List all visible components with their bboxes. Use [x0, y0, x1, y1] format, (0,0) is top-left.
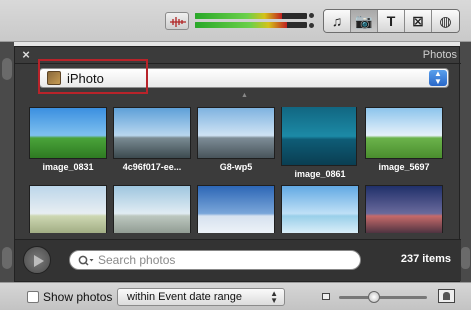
text-icon[interactable]: T — [378, 10, 405, 32]
chevron-updown-icon: ▲ ▼ — [270, 289, 278, 305]
search-box[interactable] — [69, 250, 361, 270]
left-scroll-rail[interactable] — [0, 42, 14, 282]
thumbnail-size-slider-thumb[interactable] — [368, 291, 381, 303]
photo-grid: image_0831 4c96f017-ee... G8-wp5 image_0861… — [29, 107, 449, 233]
audio-level-meters — [195, 12, 315, 30]
photo-tile[interactable]: image_5697 — [365, 107, 443, 172]
date-range-value: within Event date range — [127, 291, 242, 303]
audio-waveform-button[interactable] — [165, 12, 189, 30]
photo-thumbnail — [113, 107, 191, 159]
photos-browser-panel: × Photos iPhoto ▲ ▼ ▲ image_0831 4c96f017-… — [14, 46, 461, 282]
photo-thumbnail — [197, 185, 275, 233]
play-button[interactable] — [23, 246, 51, 274]
photo-tile[interactable]: 4c96f017-ee... — [113, 107, 191, 172]
large-thumbnail-icon[interactable] — [438, 289, 455, 303]
photo-tile[interactable] — [113, 185, 191, 233]
photo-thumbnail — [197, 107, 275, 159]
photo-thumbnail — [281, 185, 359, 233]
small-thumbnail-icon[interactable] — [322, 293, 330, 300]
camera-icon[interactable]: 📷 — [351, 10, 378, 32]
photo-thumbnail — [113, 185, 191, 233]
photo-thumbnail — [281, 107, 357, 166]
photo-tile[interactable] — [197, 185, 275, 233]
right-scroll-rail[interactable] — [460, 42, 471, 282]
split-handle-icon[interactable]: ▲ — [241, 92, 248, 99]
music-icon[interactable]: ♫ — [324, 10, 351, 32]
photo-tile[interactable] — [281, 185, 359, 233]
photo-tile[interactable]: image_0831 — [29, 107, 107, 172]
options-bar: Show photos within Event date range ▲ ▼ — [0, 282, 471, 310]
meter-right-fill — [195, 22, 287, 28]
photo-tile[interactable]: G8-wp5 — [197, 107, 275, 172]
show-photos-label: Show photos — [43, 290, 113, 304]
close-icon[interactable]: × — [19, 48, 33, 62]
meter-left-fill — [195, 13, 283, 19]
thumbnail-size-slider[interactable] — [339, 296, 427, 299]
chevron-updown-icon[interactable]: ▲ ▼ — [429, 70, 447, 86]
photo-thumbnail — [29, 185, 107, 233]
media-browser-tabs: ♫ 📷 T ⊠ ◍ — [323, 9, 460, 33]
transition-icon[interactable]: ⊠ — [405, 10, 432, 32]
photo-tile[interactable] — [29, 185, 107, 233]
photo-tile[interactable]: image_0861 — [281, 107, 359, 179]
waveform-icon — [170, 17, 186, 27]
globe-icon[interactable]: ◍ — [432, 10, 459, 32]
photo-caption: image_5697 — [378, 162, 430, 172]
photo-thumbnail — [29, 107, 107, 159]
panel-title: Photos — [422, 49, 457, 61]
play-icon — [34, 255, 44, 267]
photo-caption: G8-wp5 — [219, 162, 253, 172]
search-icon — [78, 255, 94, 266]
photo-caption: image_0861 — [294, 169, 346, 179]
search-input[interactable] — [98, 253, 353, 267]
show-photos-checkbox[interactable] — [27, 291, 39, 303]
item-count: 237 items — [400, 253, 451, 265]
clip-indicator-right — [309, 23, 314, 28]
photo-tile[interactable] — [365, 185, 443, 233]
clip-indicator-left — [309, 13, 314, 18]
browser-footer: 237 items — [15, 239, 461, 281]
photo-caption: 4c96f017-ee... — [122, 162, 182, 172]
annotation-highlight — [38, 59, 148, 94]
photo-caption: image_0831 — [42, 162, 94, 172]
top-toolbar: ♫ 📷 T ⊠ ◍ — [0, 0, 471, 42]
date-range-select[interactable]: within Event date range ▲ ▼ — [117, 288, 285, 306]
photo-thumbnail — [365, 185, 443, 233]
photo-thumbnail — [365, 107, 443, 159]
